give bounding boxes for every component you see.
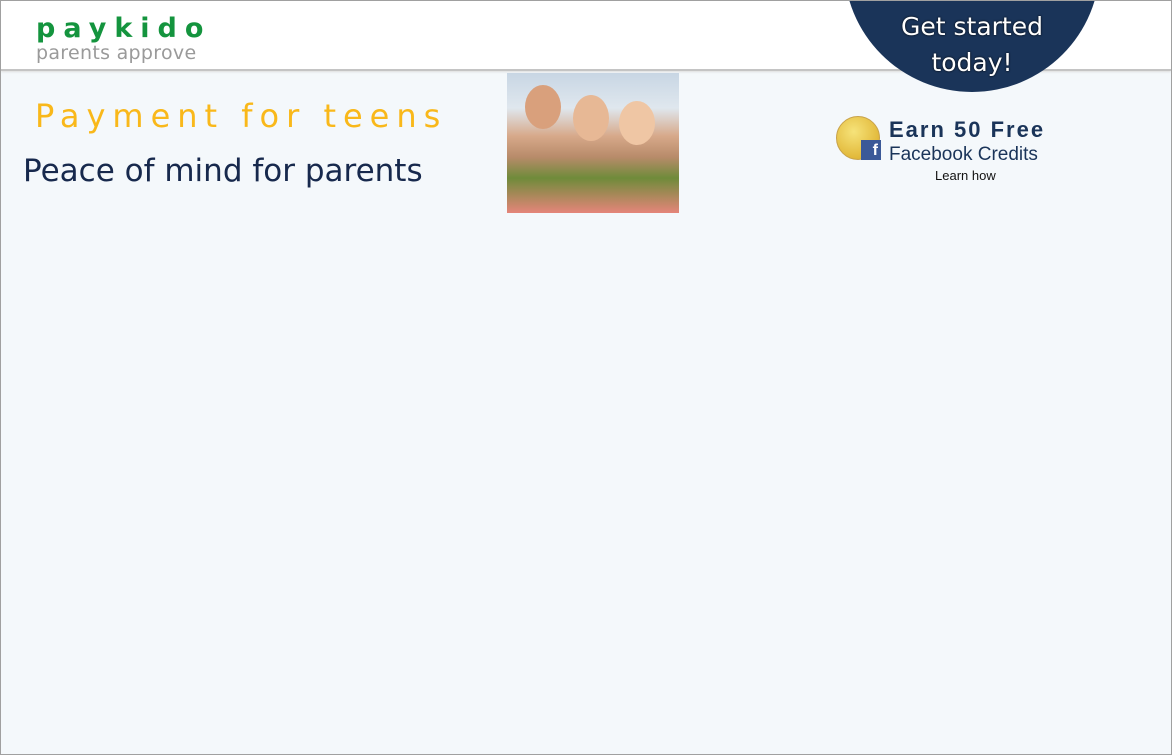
page: paykido parents approve Get started toda… [0,0,1172,755]
face [525,85,561,129]
logo[interactable]: paykido [36,15,211,43]
hero-subtitle: Peace of mind for parents [23,153,423,189]
face [619,101,655,145]
promo-line-2: Facebook Credits [889,144,1038,165]
hero-title: Payment for teens [35,97,448,135]
cta-line-1: Get started [901,12,1043,41]
teens-photo [507,73,679,213]
tagline: parents approve [36,42,197,64]
learn-how-link[interactable]: Learn how [935,168,996,183]
cta-line-2: today! [931,48,1013,77]
promo-line-1: Earn 50 Free [889,117,1046,142]
face [573,95,609,141]
facebook-icon: f [861,140,881,160]
get-started-button[interactable]: Get started today! [844,1,1100,92]
